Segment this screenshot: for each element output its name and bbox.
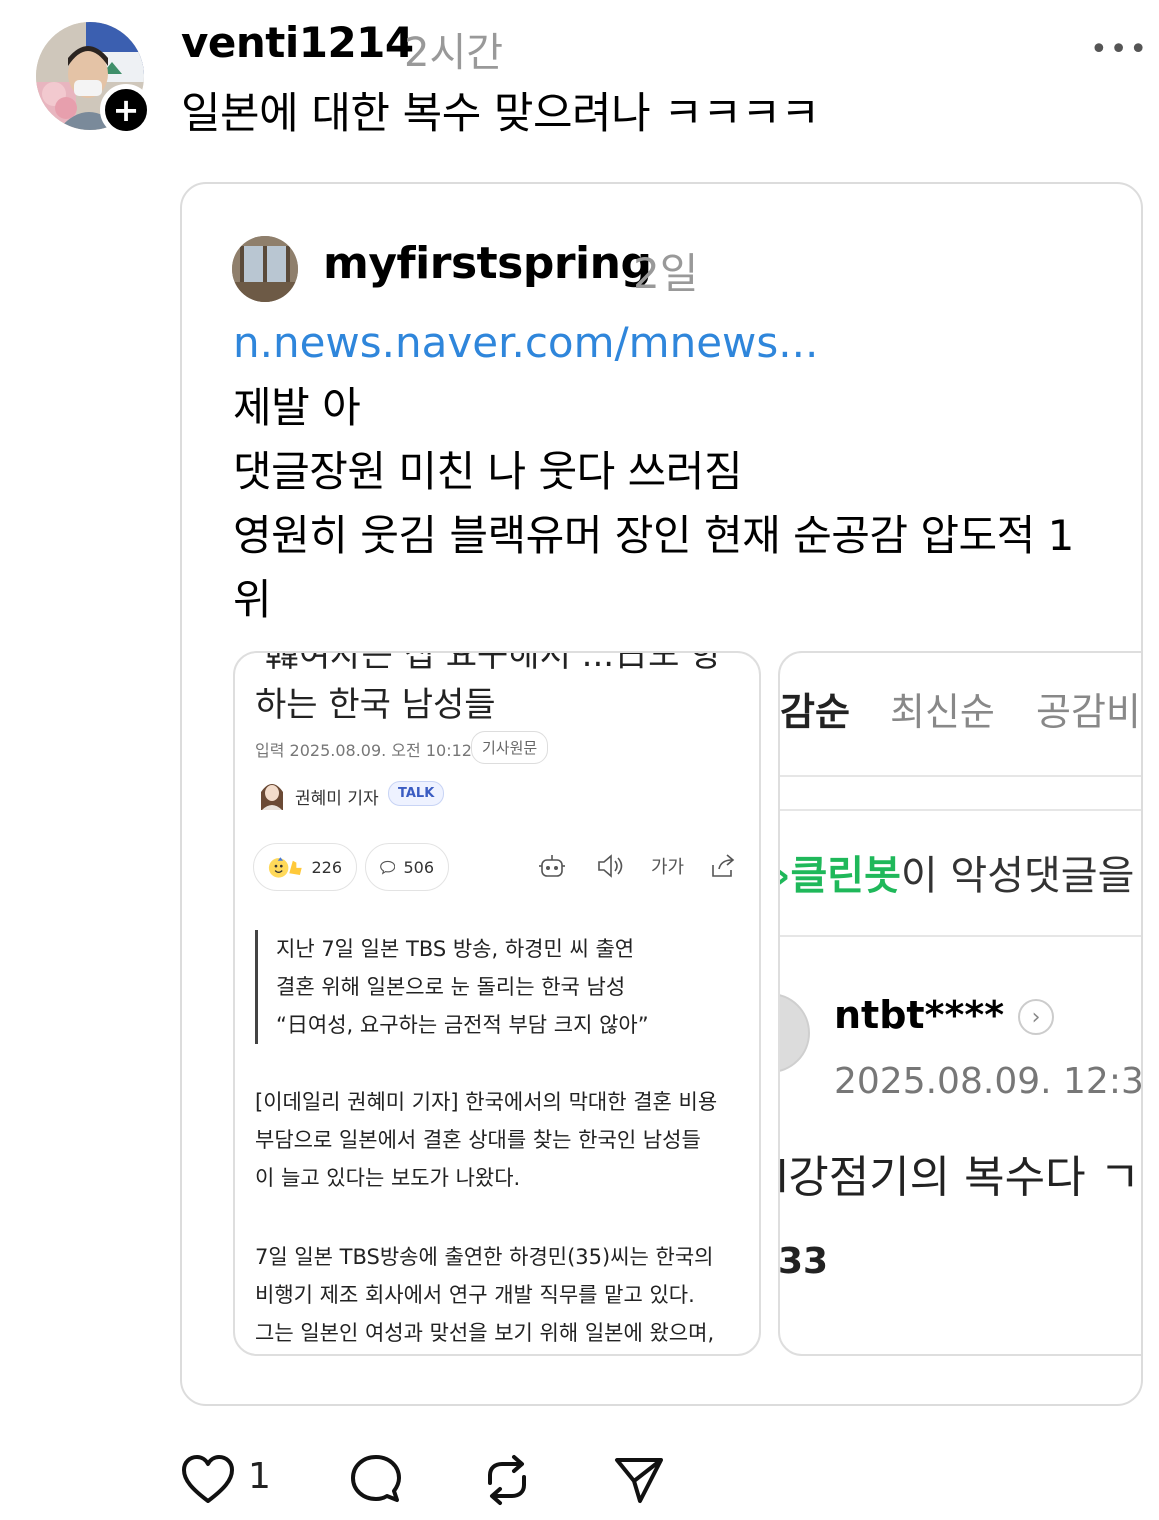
article-link[interactable]: n.news.naver.com/mnews... (233, 318, 818, 367)
summary-line: 지난 7일 일본 TBS 방송, 하경민 씨 출연 (276, 937, 635, 961)
summary-line: “日여성, 요구하는 금전적 부담 크지 않아” (276, 1013, 649, 1037)
share-icon (615, 1458, 663, 1503)
reaction-count: 226 (311, 857, 342, 877)
quoted-line: 영원히 웃김 블랙유머 장인 현재 순공감 압도적 1 (233, 511, 1074, 560)
follow-plus-icon[interactable]: + (100, 84, 152, 136)
post-time: 2시간 (404, 30, 504, 76)
comments-screenshot[interactable]: 감순 최신순 공감비 ›클린봇이 악성댓글을 ntbt**** › 2025.0… (778, 651, 1143, 1356)
comment-icon (351, 1455, 401, 1502)
divider (780, 775, 1141, 777)
quoted-username[interactable]: myfirstspring (323, 238, 652, 289)
quoted-post[interactable]: myfirstspring 2일 n.news.naver.com/mnews.… (180, 182, 1143, 1406)
repost-icon (488, 1455, 526, 1505)
quoted-line: 위 (233, 575, 272, 624)
sort-tab: 최신순 (890, 690, 995, 734)
sort-tab: 감순 (780, 690, 850, 734)
cleanbot-label: 클린봇 (790, 853, 901, 899)
paragraph-line: 부담으로 일본에서 결혼 상대를 찾는 한국인 남성들 (255, 1128, 701, 1152)
paragraph-line: 그는 일본인 여성과 맞선을 보기 위해 일본에 왔으며, (255, 1321, 715, 1345)
comment-date: 2025.08.09. 12:30 (834, 1061, 1143, 1102)
emoji-reaction-icon (268, 857, 302, 878)
more-icon[interactable]: ••• (1090, 32, 1149, 67)
speech-bubble-icon (380, 860, 396, 875)
paragraph-line: 이 늘고 있다는 보도가 나왔다. (255, 1166, 521, 1190)
summary-line: 결혼 위해 일본으로 눈 돌리는 한국 남성 (276, 975, 626, 999)
commenter-name: ntbt**** (834, 993, 1005, 1037)
heart-icon (182, 1455, 234, 1503)
comment-count: 506 (403, 857, 434, 877)
reporter-name: 권혜미 기자 (295, 789, 379, 809)
article-summary-quote: 지난 7일 일본 TBS 방송, 하경민 씨 출연 결혼 위해 일본으로 눈 돌… (255, 930, 649, 1044)
reaction-button: 226 (253, 843, 357, 891)
cleanbot-arrow-icon: › (780, 853, 790, 899)
font-size-icon: 가가 (651, 857, 685, 878)
share-button[interactable] (612, 1452, 666, 1508)
like-count: 1 (248, 1456, 271, 1497)
chevron-right-icon: › (1018, 999, 1054, 1035)
paragraph-line: [이데일리 권혜미 기자] 한국에서의 막대한 결혼 비용 (255, 1090, 718, 1114)
paragraph-line: 7일 일본 TBS방송에 출연한 하경민(35)씨는 한국의 (255, 1245, 714, 1269)
paragraph-line: 비행기 제조 회사에서 연구 개발 직무를 맡고 있다. (255, 1283, 695, 1307)
comment-like-count: 33 (778, 1241, 829, 1282)
repost-button[interactable] (480, 1452, 534, 1508)
comment-text: l강점기의 복수다 ㄱ (778, 1152, 1141, 1203)
quoted-line: 댓글장원 미친 나 웃다 쓰러짐 (233, 447, 743, 496)
reporter-avatar (261, 784, 283, 810)
sort-tab: 공감비 (1036, 690, 1141, 734)
cleanbot-text: 이 악성댓글을 (900, 853, 1135, 899)
article-paragraph: [이데일리 권혜미 기자] 한국에서의 막대한 결혼 비용 부담으로 일본에서 … (255, 1083, 745, 1197)
divider (780, 809, 1141, 811)
quoted-line: 제발 아 (233, 383, 361, 432)
author-username[interactable]: venti1214 (181, 18, 414, 67)
share-out-icon (712, 854, 735, 877)
cleanbot-notice: ›클린봇이 악성댓글을 (780, 843, 1135, 901)
original-article-tag: 기사원문 (471, 731, 549, 764)
speaker-icon (598, 854, 623, 878)
divider (780, 935, 1141, 937)
post-text: 일본에 대한 복수 맞으려나 ㅋㅋㅋㅋ (181, 89, 820, 139)
article-title-cut: 韓여자는 집 요구해서 ...日도 향 (265, 651, 722, 675)
article-paragraph: 7일 일본 TBS방송에 출연한 하경민(35)씨는 한국의 비행기 제조 회사… (255, 1238, 745, 1352)
quoted-time: 2일 (633, 249, 699, 298)
talk-badge: TALK (388, 781, 445, 806)
article-meta: 입력 2025.08.09. 오전 10:12 (255, 741, 472, 760)
comment-count-button: 506 (365, 843, 449, 891)
article-title: 하는 한국 남성들 (255, 685, 496, 725)
comment-button[interactable] (349, 1452, 403, 1508)
commenter-avatar (780, 993, 810, 1073)
quoted-avatar[interactable] (232, 236, 298, 302)
like-button[interactable] (180, 1452, 236, 1508)
article-screenshot[interactable]: 韓여자는 집 요구해서 ...日도 향 하는 한국 남성들 입력 2025.08… (233, 651, 761, 1356)
quoted-text: 제발 아 댓글장원 미친 나 웃다 쓰러짐 영원히 웃김 블랙유머 장인 현재 … (233, 376, 1113, 632)
robot-icon (539, 855, 565, 877)
